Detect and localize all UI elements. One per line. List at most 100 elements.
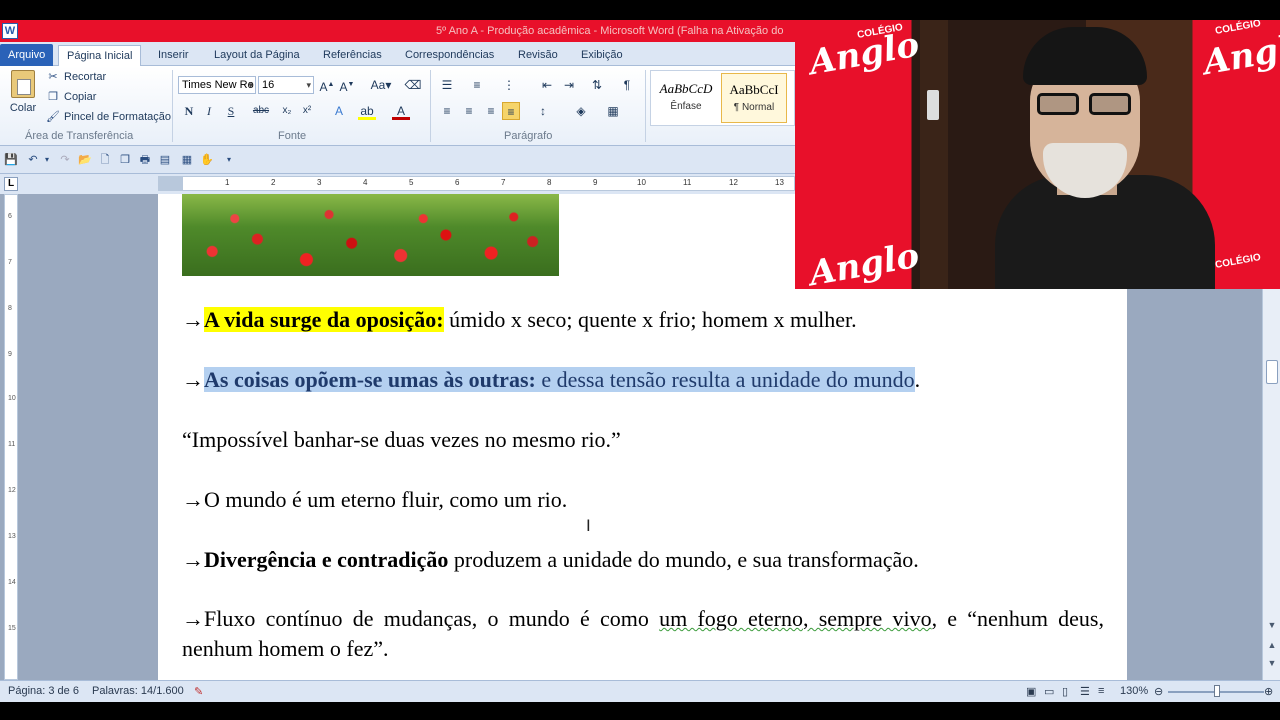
open-icon[interactable]: 📂 (78, 153, 92, 167)
touch-icon[interactable]: ✋ (200, 153, 214, 167)
shading-icon[interactable]: ◈ (572, 102, 590, 120)
zoom-level[interactable]: 130% (1120, 685, 1148, 697)
font-size-select[interactable]: 16 (258, 76, 314, 94)
subscript-icon[interactable]: x₂ (278, 102, 296, 120)
tab-pagina-inicial[interactable]: Página Inicial (58, 45, 142, 66)
table-icon[interactable]: ▤ (158, 153, 172, 167)
copy-doc-icon[interactable]: ❐ (118, 153, 132, 167)
align-right-icon[interactable]: ≡ (482, 102, 500, 120)
increase-indent-icon[interactable]: ⇥ (560, 76, 578, 94)
paragraph-text: produzem a unidade do mundo, e sua trans… (448, 547, 919, 572)
superscript-icon[interactable]: x² (298, 102, 316, 120)
bold-icon[interactable]: N (180, 102, 198, 120)
format-painter-button[interactable]: 🖌 Pincel de Formatação (46, 110, 171, 124)
prev-page-icon[interactable]: ▲ (1266, 640, 1278, 650)
print-icon[interactable]: 🖶 (138, 153, 152, 167)
copy-label: Copiar (64, 91, 97, 103)
paragraph-2[interactable]: →As coisas opõem-se umas às outras: e de… (182, 367, 1104, 393)
vertical-ruler[interactable]: 6 7 8 9 10 11 12 13 14 15 (4, 194, 18, 680)
styles-gallery: AaBbCcD Ênfase AaBbCcI ¶ Normal (650, 70, 795, 126)
bullets-icon[interactable]: ☰ (438, 76, 456, 94)
align-center-icon[interactable]: ≡ (460, 102, 478, 120)
highlight-icon[interactable]: ab (358, 102, 376, 120)
word-count[interactable]: Palavras: 14/1.600 (92, 685, 184, 697)
customize-chevron-icon[interactable]: ▾ (222, 153, 236, 167)
page-indicator[interactable]: Página: 3 de 6 (8, 685, 79, 697)
text-effects-icon[interactable]: A (330, 102, 348, 120)
paragraph-3[interactable]: “Impossível banhar-se duas vezes no mesm… (182, 427, 1104, 453)
style-enfase[interactable]: AaBbCcD Ênfase (653, 73, 719, 123)
tab-referencias[interactable]: Referências (315, 45, 390, 66)
change-case-icon[interactable]: Aa▾ (368, 76, 394, 94)
tab-correspondencias[interactable]: Correspondências (397, 45, 502, 66)
proofing-icon[interactable]: ✎ (194, 685, 203, 698)
ruler-tick: 12 (8, 487, 16, 494)
ruler-area: L 1 2 3 4 5 6 7 8 9 10 11 12 13 (0, 174, 795, 194)
font-color-icon[interactable]: A (392, 102, 410, 120)
ruler-tick: 1 (225, 178, 230, 187)
justify-icon[interactable]: ≡ (502, 102, 520, 120)
strikethrough-icon[interactable]: abc (252, 102, 270, 120)
decrease-indent-icon[interactable]: ⇤ (538, 76, 556, 94)
tab-selector[interactable]: L (4, 177, 18, 191)
brand-logo-text: Anglo (806, 24, 923, 84)
zoom-in-icon[interactable]: ⊕ (1264, 685, 1273, 698)
save-icon[interactable]: 💾 (4, 153, 18, 167)
style-name: Ênfase (670, 101, 702, 112)
cut-button[interactable]: ✂ Recortar (46, 70, 106, 84)
tab-layout[interactable]: Layout da Página (206, 45, 308, 66)
zoom-out-icon[interactable]: ⊖ (1154, 685, 1163, 698)
zoom-slider-knob[interactable] (1214, 685, 1220, 697)
pilcrow-icon[interactable]: ¶ (618, 76, 636, 94)
presenter-glasses (1037, 93, 1133, 117)
word-app-icon[interactable]: W (2, 23, 18, 39)
font-name-select[interactable]: Times New Ro (178, 76, 256, 94)
next-page-icon[interactable]: ▼ (1266, 658, 1278, 668)
ruler-tick: 11 (8, 441, 16, 448)
copy-button[interactable]: ❐ Copiar (46, 90, 96, 104)
paragraph-1[interactable]: →A vida surge da oposição: úmido x seco;… (182, 307, 1104, 333)
line-spacing-icon[interactable]: ↕ (534, 102, 552, 120)
scroll-down-icon[interactable]: ▼ (1266, 620, 1278, 630)
undo-icon[interactable]: ↶ (26, 153, 40, 167)
sort-icon[interactable]: ⇅ (588, 76, 606, 94)
tab-exibicao[interactable]: Exibição (573, 45, 631, 66)
full-screen-icon[interactable]: ▭ (1044, 685, 1054, 698)
top-black-bar (0, 0, 1280, 20)
poppy-field-image[interactable] (182, 194, 559, 276)
paragraph-4[interactable]: →O mundo é um eterno fluir, como um rio. (182, 487, 1104, 513)
separator (172, 70, 173, 142)
paragraph-5[interactable]: →Divergência e contradição produzem a un… (182, 547, 1104, 573)
print-layout-icon[interactable]: ▣ (1026, 685, 1036, 698)
italic-icon[interactable]: I (200, 102, 218, 120)
paste-button[interactable]: Colar (6, 70, 40, 124)
borders-icon[interactable]: ▦ (604, 102, 622, 120)
draft-icon[interactable]: ≡ (1098, 685, 1104, 697)
scrollbar-thumb[interactable] (1266, 360, 1278, 384)
shrink-font-icon[interactable]: A▼ (338, 76, 356, 94)
multilevel-list-icon[interactable]: ⋮ (500, 76, 518, 94)
door (920, 20, 948, 289)
web-layout-icon[interactable]: ▯ (1062, 685, 1068, 698)
grid-icon[interactable]: ▦ (180, 153, 194, 167)
new-document-icon[interactable]: 🗋 (98, 153, 112, 167)
highlighted-heading: A vida surge da oposição: (204, 307, 444, 332)
clear-format-icon[interactable]: ⌫ (404, 76, 422, 94)
ruler-tick: 14 (8, 579, 16, 586)
style-normal[interactable]: AaBbCcI ¶ Normal (721, 73, 787, 123)
horizontal-ruler[interactable]: 1 2 3 4 5 6 7 8 9 10 11 12 13 (158, 176, 795, 191)
tab-arquivo[interactable]: Arquivo (0, 44, 54, 66)
chevron-down-icon[interactable]: ▾ (40, 153, 54, 167)
copy-icon: ❐ (48, 91, 58, 103)
numbering-icon[interactable]: ≡ (468, 76, 486, 94)
align-left-icon[interactable]: ≡ (438, 102, 456, 120)
brand-logo-text: Anglo (806, 235, 923, 289)
tab-revisao[interactable]: Revisão (510, 45, 566, 66)
ruler-tick: 8 (547, 178, 552, 187)
tab-inserir[interactable]: Inserir (150, 45, 197, 66)
outline-icon[interactable]: ☰ (1080, 685, 1090, 698)
paragraph-6[interactable]: →Fluxo contínuo de mudanças, o mundo é c… (182, 604, 1104, 664)
underline-icon[interactable]: S (222, 102, 240, 120)
redo-icon[interactable]: ↷ (58, 153, 72, 167)
grow-font-icon[interactable]: A▲ (318, 76, 336, 94)
